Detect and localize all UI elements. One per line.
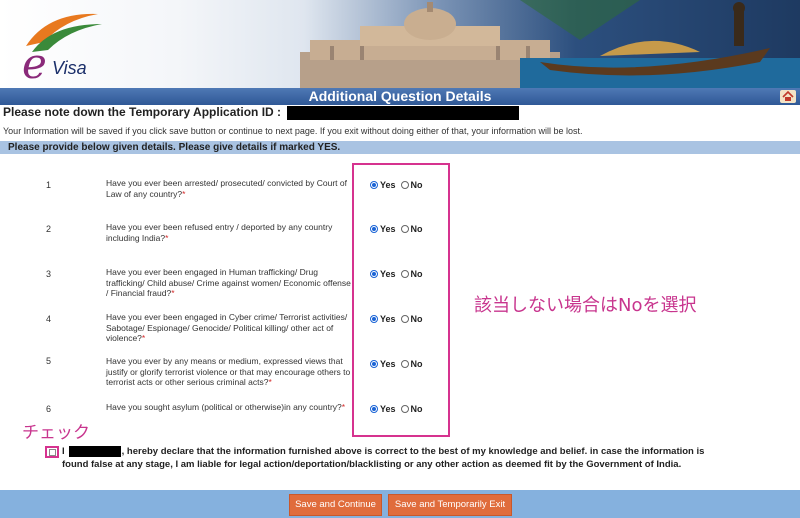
temp-id-label: Please note down the Temporary Applicati… xyxy=(3,105,282,119)
question-number: 2 xyxy=(46,224,52,234)
svg-text:e: e xyxy=(22,39,47,82)
page-title: Additional Question Details xyxy=(308,88,492,104)
temp-id-redacted xyxy=(287,105,520,120)
instruction-bar: Please provide below given details. Plea… xyxy=(0,141,800,154)
declaration-text: I, hereby declare that the information f… xyxy=(62,445,722,471)
question-text: Have you sought asylum (political or oth… xyxy=(106,402,346,412)
question-text: Have you ever been arrested/ prosecuted/… xyxy=(106,178,347,199)
question-number: 5 xyxy=(46,356,52,366)
boat-illustration xyxy=(520,0,800,88)
title-bar: Additional Question Details xyxy=(0,88,800,105)
home-icon[interactable] xyxy=(780,90,796,103)
declaration-body: , hereby declare that the information fu… xyxy=(62,446,705,470)
declaration-checkbox[interactable] xyxy=(49,449,56,456)
question-number: 6 xyxy=(46,404,52,414)
question-text: Have you ever been refused entry / depor… xyxy=(106,222,333,243)
header-banner: e Visa xyxy=(0,0,800,88)
question-number: 3 xyxy=(46,269,52,279)
annotation-select-no: 該当しない場合はNoを選択 xyxy=(474,295,697,316)
question-number: 4 xyxy=(46,314,52,324)
save-and-exit-button[interactable]: Save and Temporarily Exit xyxy=(388,494,512,516)
options-highlight-box xyxy=(352,163,450,437)
question-text: Have you ever by any means or medium, ex… xyxy=(106,356,351,387)
question-number: 1 xyxy=(46,180,52,190)
question-text: Have you ever been engaged in Cyber crim… xyxy=(106,312,348,343)
temp-application-id: Please note down the Temporary Applicati… xyxy=(3,104,520,120)
declaration-prefix: I xyxy=(62,446,65,457)
annotation-check: チェック xyxy=(22,423,90,443)
info-note: Your Information will be saved if you cl… xyxy=(3,126,583,136)
question-text: Have you ever been engaged in Human traf… xyxy=(106,267,351,298)
evisa-logo: e Visa xyxy=(22,13,102,82)
logo-text: Visa xyxy=(52,58,87,78)
name-redacted xyxy=(68,445,121,457)
save-and-continue-button[interactable]: Save and Continue xyxy=(289,494,382,516)
declaration-highlight-box xyxy=(45,446,59,458)
